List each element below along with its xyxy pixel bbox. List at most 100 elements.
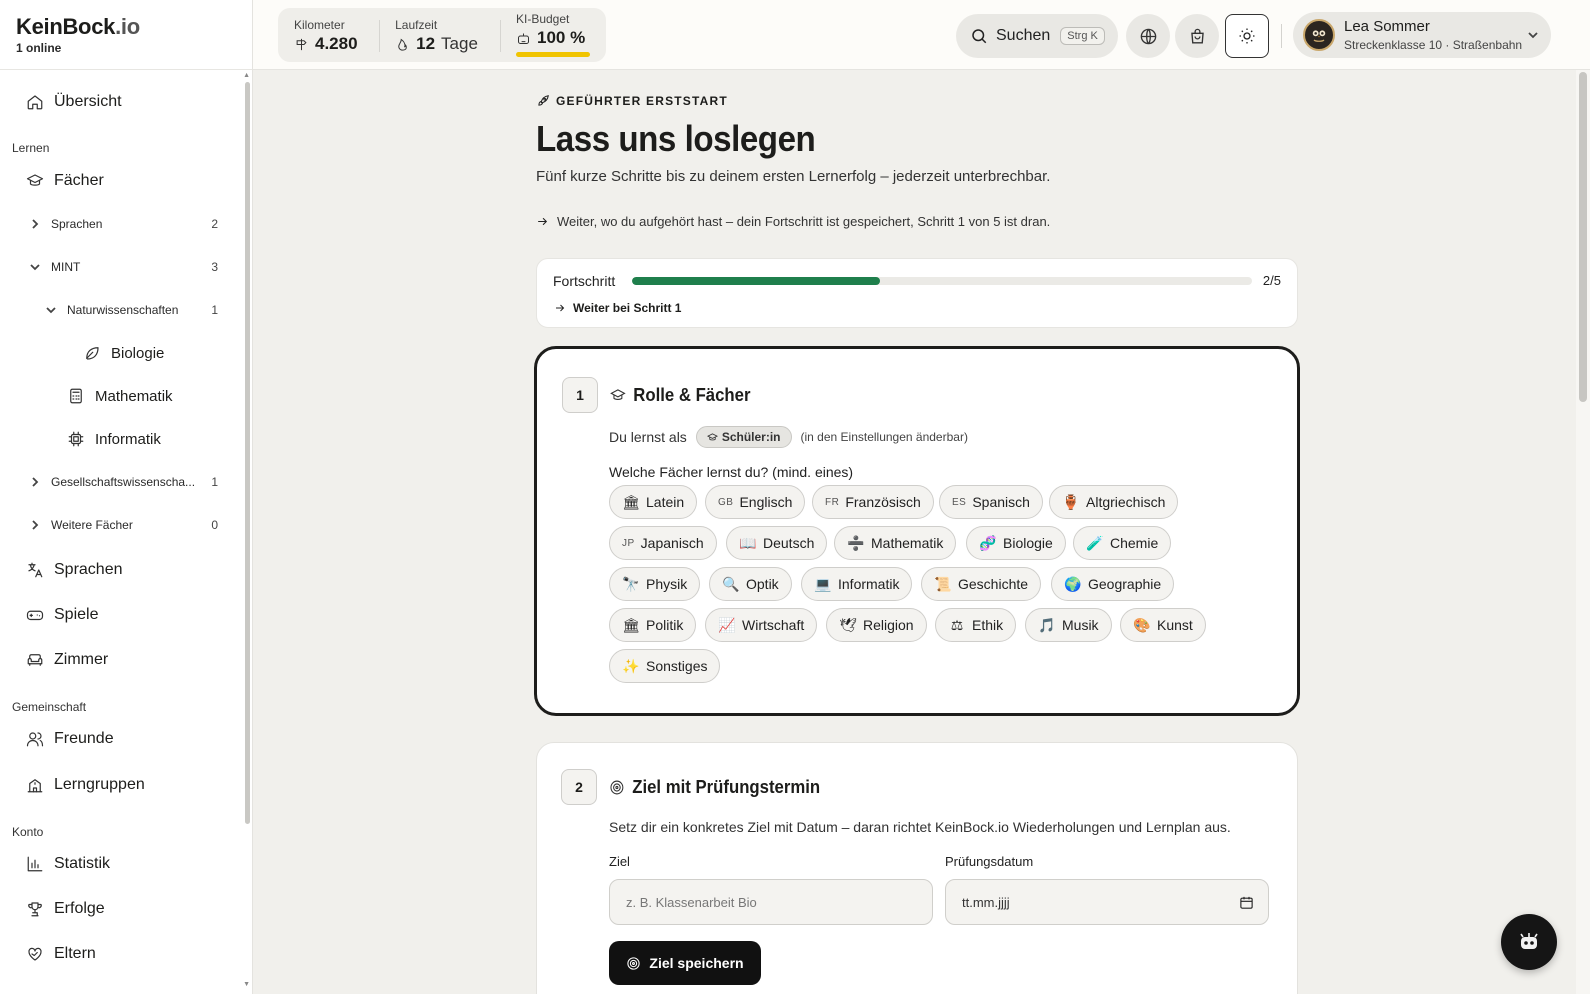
- subject-chip-franzoesisch[interactable]: FR Französisch: [812, 485, 934, 519]
- sidebar-item-erfolge[interactable]: Erfolge: [0, 889, 244, 929]
- subject-chip-deutsch[interactable]: 📖 Deutsch: [726, 526, 828, 560]
- sidebar-item-freunde[interactable]: Freunde: [0, 719, 244, 759]
- subject-chip-geschichte[interactable]: 📜 Geschichte: [921, 567, 1042, 601]
- calculator-icon: [66, 386, 86, 406]
- subject-chip-religion[interactable]: 🕊 Religion: [826, 608, 927, 642]
- sidebar-nav: Übersicht Lernen Fächer Sprachen 2 MINT …: [0, 70, 244, 994]
- page-scrollbar[interactable]: [1576, 70, 1590, 994]
- tree-count: 1: [211, 475, 218, 489]
- stat-ki-budget: KI-Budget 100 %: [500, 8, 606, 62]
- page-subtitle: Fünf kurze Schritte bis zu deinem ersten…: [536, 168, 1051, 185]
- home-icon: [25, 92, 45, 112]
- chevron-down-icon: [27, 259, 43, 275]
- sidebar-item-lerngruppen[interactable]: Lerngruppen: [0, 765, 244, 805]
- language-button[interactable]: [1126, 14, 1170, 58]
- tree-item-mathematik[interactable]: Mathematik: [0, 376, 244, 416]
- music-note-icon: 🎵: [1038, 616, 1056, 633]
- stat-laufzeit: Laufzeit 12 Tage: [379, 8, 500, 62]
- brand-logo[interactable]: KeinBock.io: [16, 14, 252, 40]
- book-icon: 📖: [739, 534, 757, 551]
- subject-chip-musik[interactable]: 🎵 Musik: [1025, 608, 1112, 642]
- subject-chip-optik[interactable]: 🔍 Optik: [709, 567, 792, 601]
- main-content: GEFÜHRTER ERSTSTART Lass uns loslegen Fü…: [253, 70, 1590, 994]
- tree-item-biologie[interactable]: Biologie: [0, 333, 244, 373]
- sidebar-item-spiele[interactable]: Spiele: [0, 595, 244, 635]
- subject-chip-kunst[interactable]: 🎨 Kunst: [1120, 608, 1206, 642]
- sidebar-scroll-thumb[interactable]: [245, 82, 250, 824]
- target-icon: [610, 780, 624, 795]
- role-chip: Schüler:in: [695, 426, 792, 448]
- search-button[interactable]: Suchen Strg K: [956, 14, 1118, 58]
- chart-icon: 📈: [718, 616, 736, 633]
- subject-chip-ethik[interactable]: ⚖ Ethik: [935, 608, 1017, 642]
- sun-icon: [1239, 28, 1255, 44]
- scroll-up-icon[interactable]: ▲: [243, 72, 250, 79]
- magnifier-icon: 🔍: [722, 575, 740, 592]
- sidebar-item-zimmer[interactable]: Zimmer: [0, 640, 244, 680]
- graduation-cap-icon: [25, 171, 45, 191]
- flame-icon: [398, 38, 407, 51]
- theme-toggle-button[interactable]: [1225, 14, 1269, 58]
- search-icon: [972, 29, 987, 44]
- tree-item-gesellschaft[interactable]: Gesellschaftswissenscha... 1: [0, 462, 244, 502]
- sidebar-item-eltern[interactable]: Eltern: [0, 934, 244, 974]
- sidebar-item-sprachen[interactable]: Sprachen: [0, 550, 244, 590]
- calendar-icon[interactable]: [1239, 895, 1254, 910]
- tree-item-naturwissenschaften[interactable]: Naturwissenschaften 1: [0, 290, 244, 330]
- goal-input[interactable]: z. B. Klassenarbeit Bio: [609, 879, 933, 925]
- laptop-icon: 💻: [814, 575, 832, 592]
- step-title: Ziel mit Prüfungstermin: [609, 777, 820, 798]
- sidebar-scrollbar[interactable]: ▲ ▼: [243, 72, 252, 988]
- stats-panel: Kilometer 4.280 Laufzeit 12 Tage KI-Budge…: [278, 8, 606, 62]
- amphora-icon: 🏺: [1062, 493, 1080, 510]
- shop-button[interactable]: [1175, 14, 1219, 58]
- subject-chip-mathematik[interactable]: ➗ Mathematik: [834, 526, 957, 560]
- signpost-icon: [296, 38, 307, 50]
- sidebar-item-overview[interactable]: Übersicht: [0, 82, 244, 122]
- sidebar-item-statistik[interactable]: Statistik: [0, 844, 244, 884]
- assistant-fab[interactable]: [1501, 914, 1557, 970]
- user-subtitle: Streckenklasse 10 · Straßenbahn: [1344, 38, 1523, 52]
- arrow-right-icon: [538, 217, 548, 226]
- subject-chip-englisch[interactable]: GB Englisch: [705, 485, 806, 519]
- subject-chip-informatik[interactable]: 💻 Informatik: [801, 567, 913, 601]
- exam-date-input[interactable]: tt.mm.jjjj: [945, 879, 1269, 925]
- subject-chip-physik[interactable]: 🔭 Physik: [609, 567, 701, 601]
- subject-chip-spanisch[interactable]: ES Spanisch: [939, 485, 1043, 519]
- shopping-bag-icon: [1190, 28, 1204, 44]
- leaf-icon: [82, 343, 102, 363]
- trophy-icon: [25, 899, 45, 919]
- divide-icon: ➗: [847, 534, 865, 551]
- subject-chip-chemie[interactable]: 🧪 Chemie: [1073, 526, 1172, 560]
- scroll-down-icon[interactable]: ▼: [243, 981, 250, 988]
- step-number: 1: [562, 377, 598, 413]
- sidebar-item-faecher[interactable]: Fächer: [0, 161, 244, 201]
- user-menu[interactable]: Lea Sommer Streckenklasse 10 · Straßenba…: [1293, 12, 1551, 58]
- subject-chip-sonstiges[interactable]: ✨ Sonstiges: [609, 649, 721, 683]
- tree-item-weitere[interactable]: Weitere Fächer 0: [0, 505, 244, 545]
- role-line: Du lernst als Schüler:in (in den Einstel…: [609, 426, 968, 448]
- tree-item-mint[interactable]: MINT 3: [0, 247, 244, 287]
- subject-chip-biologie[interactable]: 🧬 Biologie: [966, 526, 1066, 560]
- subject-chip-japanisch[interactable]: JP Japanisch: [609, 526, 717, 560]
- tree-item-informatik[interactable]: Informatik: [0, 419, 244, 459]
- section-community: Gemeinschaft: [12, 700, 87, 714]
- subject-chip-politik[interactable]: 🏛 Politik: [609, 608, 697, 642]
- translate-icon: [25, 560, 45, 580]
- bar-chart-icon: [25, 854, 45, 874]
- onboarding-kicker: GEFÜHRTER ERSTSTART: [536, 94, 728, 108]
- page-scroll-thumb[interactable]: [1579, 72, 1587, 402]
- arrow-right-icon: [556, 304, 565, 312]
- continue-step-link[interactable]: Weiter bei Schritt 1: [554, 301, 681, 315]
- stat-kilometer: Kilometer 4.280: [294, 18, 358, 53]
- brand: KeinBock.io 1 online: [0, 0, 252, 70]
- subject-chip-geographie[interactable]: 🌍 Geographie: [1051, 567, 1175, 601]
- ki-budget-bar: [516, 52, 590, 57]
- topbar: Kilometer 4.280 Laufzeit 12 Tage KI-Budge…: [253, 0, 1590, 70]
- save-goal-button[interactable]: Ziel speichern: [609, 941, 761, 985]
- subject-chip-wirtschaft[interactable]: 📈 Wirtschaft: [705, 608, 818, 642]
- subject-chip-altgriechisch[interactable]: 🏺 Altgriechisch: [1049, 485, 1179, 519]
- progress-count: 2/5: [1262, 273, 1281, 288]
- subject-chip-latein[interactable]: 🏛 Latein: [609, 485, 698, 519]
- tree-item-sprachen[interactable]: Sprachen 2: [0, 204, 244, 244]
